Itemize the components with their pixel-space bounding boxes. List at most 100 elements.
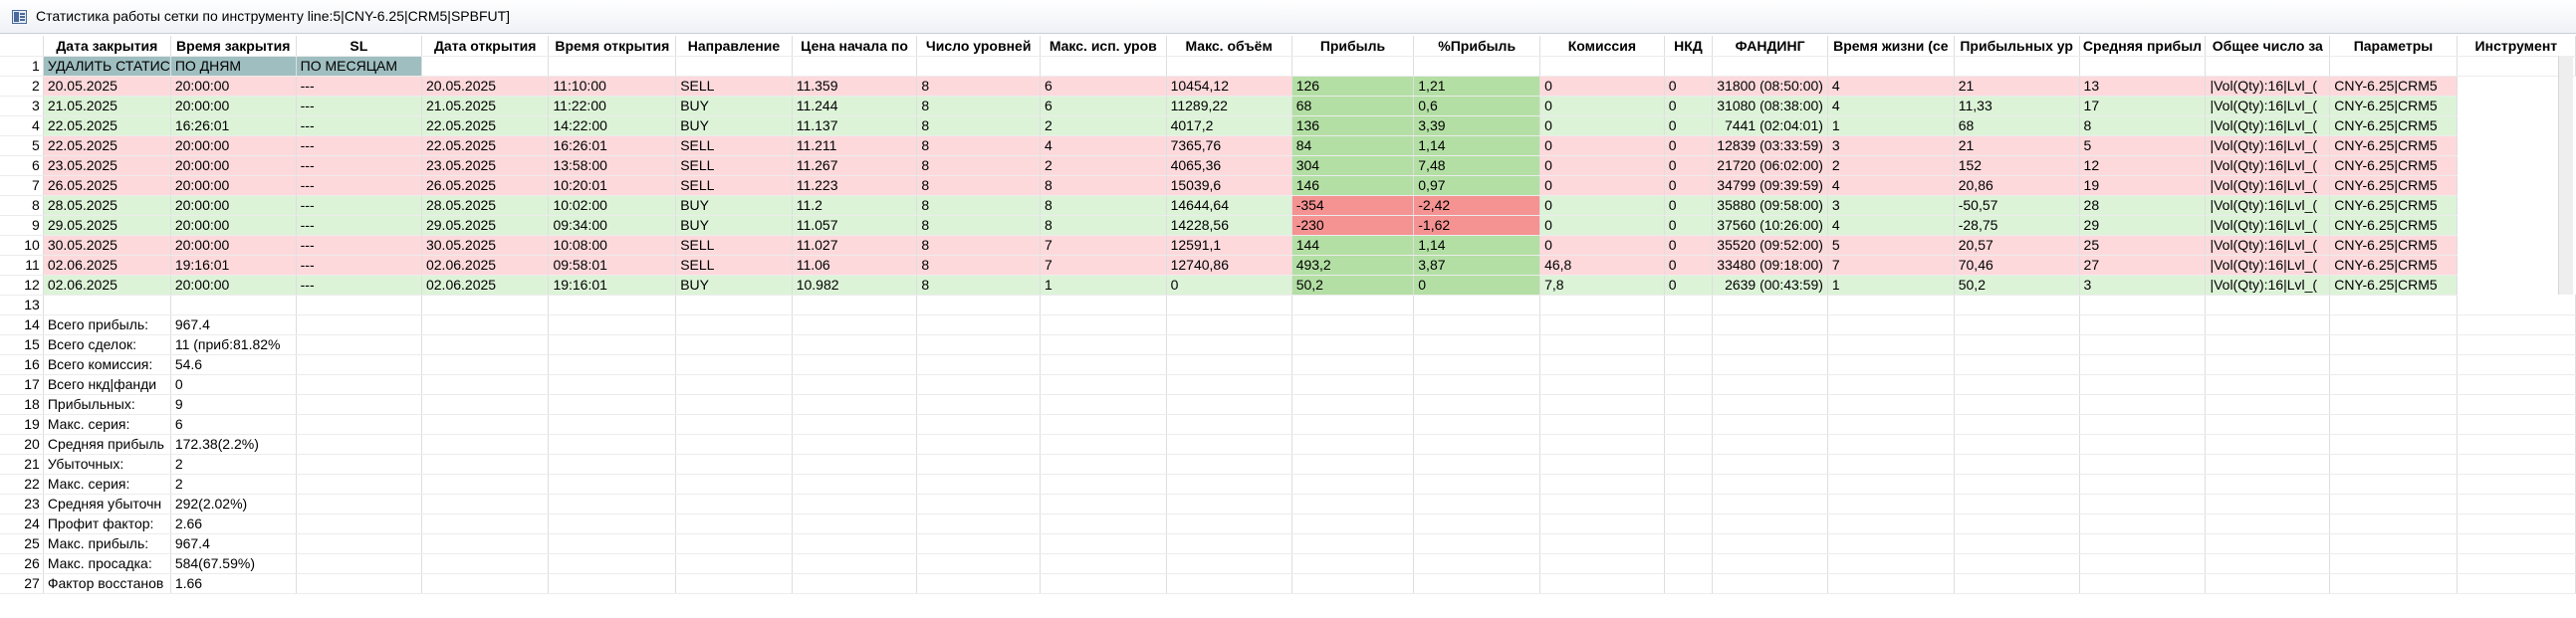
column-header[interactable]: Средняя прибыл: [2079, 36, 2207, 57]
column-header[interactable]: Время закрытия: [170, 36, 297, 57]
trade-row[interactable]: 4 22.05.2025 16:26:01 --- 22.05.2025 14:22:00…: [0, 115, 2576, 136]
column-header[interactable]: ФАНДИНГ: [1712, 36, 1828, 57]
empty-cell: [1291, 295, 1415, 315]
cell-max-levels: 2: [1040, 115, 1167, 136]
cell-pct: -1,62: [1413, 215, 1541, 236]
column-header[interactable]: Комиссия: [1539, 36, 1665, 57]
empty-cell: [792, 374, 918, 395]
cell-avg-profit: -50,57: [1954, 195, 2080, 216]
row-number: 2: [0, 76, 44, 97]
empty-cell: [675, 354, 793, 375]
empty-cell: [1827, 434, 1955, 455]
empty-cell: [1712, 494, 1828, 515]
trade-row[interactable]: 5 22.05.2025 20:00:00 --- 22.05.2025 16:26:01…: [0, 135, 2576, 156]
empty-cell: [296, 533, 422, 554]
trade-row[interactable]: 8 28.05.2025 20:00:00 --- 28.05.2025 10:02:00…: [0, 195, 2576, 216]
cell-avg-profit: 50,2: [1954, 275, 2080, 296]
trade-row[interactable]: 11 02.06.2025 19:16:01 --- 02.06.2025 09:58:0…: [0, 255, 2576, 276]
cell-comm: 0: [1539, 235, 1665, 256]
empty-cell: [1040, 334, 1167, 355]
empty-cell: [2205, 354, 2331, 375]
summary-row: 21 Убыточных: 2: [0, 454, 2576, 475]
column-header[interactable]: Время открытия: [548, 36, 677, 57]
empty-cell: [296, 414, 422, 435]
column-header[interactable]: Общее число за: [2205, 36, 2331, 57]
cell-profit-levels: 3: [1827, 195, 1955, 216]
cell-params: |Vol(Qty):16|Lvl_(: [2205, 76, 2331, 97]
column-header[interactable]: %Прибыль: [1413, 36, 1541, 57]
cell-max-levels: 6: [1040, 76, 1167, 97]
empty-cell: [1166, 553, 1292, 574]
column-header[interactable]: SL: [296, 36, 422, 57]
row-number: 24: [0, 514, 44, 534]
column-header[interactable]: Время жизни (се: [1827, 36, 1955, 57]
empty-cell: [675, 514, 793, 534]
cell-open-date: 22.05.2025: [421, 135, 550, 156]
column-header[interactable]: Макс. исп. уров: [1040, 36, 1167, 57]
column-header[interactable]: Дата закрытия: [43, 36, 171, 57]
cell-levels: 8: [916, 275, 1041, 296]
app-icon: [12, 10, 27, 24]
summary-value: 2.66: [170, 514, 297, 534]
column-header[interactable]: Прибыль: [1291, 36, 1415, 57]
cell-total: 17: [2079, 96, 2207, 116]
cell-sl: ---: [296, 215, 422, 236]
column-header[interactable]: Инструмент: [2457, 36, 2576, 57]
by-days-button[interactable]: ПО ДНЯМ: [170, 56, 297, 77]
delete-stats-button[interactable]: УДАЛИТЬ СТАТИС: [43, 56, 171, 77]
empty-cell: [548, 354, 677, 375]
by-months-button[interactable]: ПО МЕСЯЦАМ: [296, 56, 422, 77]
empty-cell: [675, 394, 793, 415]
column-header[interactable]: Макс. объём: [1166, 36, 1292, 57]
empty-cell: [2457, 295, 2576, 315]
empty-cell: [2205, 434, 2331, 455]
summary-label: Профит фактор:: [43, 514, 171, 534]
column-header[interactable]: [0, 36, 44, 57]
summary-value: 0: [170, 374, 297, 395]
summary-value: 584(67.59%): [170, 553, 297, 574]
window-titlebar[interactable]: Статистика работы сетки по инструменту l…: [0, 0, 2576, 34]
column-header[interactable]: Прибыльных ур: [1954, 36, 2080, 57]
cell-total: 12: [2079, 155, 2207, 176]
column-header[interactable]: Параметры: [2329, 36, 2458, 57]
trade-row[interactable]: 9 29.05.2025 20:00:00 --- 29.05.2025 09:34:00…: [0, 215, 2576, 236]
cell-comm: 0: [1539, 135, 1665, 156]
summary-label: Всего нкд|фанди: [43, 374, 171, 395]
column-header[interactable]: Направление: [675, 36, 793, 57]
empty-cell: [1040, 474, 1167, 495]
empty-cell: [1040, 374, 1167, 395]
cell-lifetime: 31080 (08:38:00): [1712, 96, 1828, 116]
trade-row[interactable]: 3 21.05.2025 20:00:00 --- 21.05.2025 11:22:00…: [0, 96, 2576, 116]
row-number: 20: [0, 434, 44, 455]
cell-lifetime: 2639 (00:43:59): [1712, 275, 1828, 296]
cell-levels: 8: [916, 135, 1041, 156]
empty-cell: [1413, 474, 1541, 495]
empty-cell: [296, 474, 422, 495]
empty-cell: [1664, 434, 1714, 455]
cell-close-time: 20:00:00: [170, 155, 297, 176]
cell-max-levels: 7: [1040, 255, 1167, 276]
column-header[interactable]: НКД: [1664, 36, 1714, 57]
empty-cell: [1664, 295, 1714, 315]
cell-avg-profit: 68: [1954, 115, 2080, 136]
empty-cell: [1166, 573, 1292, 594]
column-header[interactable]: Число уровней: [916, 36, 1041, 57]
trade-row[interactable]: 6 23.05.2025 20:00:00 --- 23.05.2025 13:58:00…: [0, 155, 2576, 176]
cell-comm: 46,8: [1539, 255, 1665, 276]
trade-row[interactable]: 2 20.05.2025 20:00:00 --- 20.05.2025 11:10:00…: [0, 76, 2576, 97]
vertical-scrollbar[interactable]: [2558, 56, 2573, 295]
empty-cell: [792, 56, 918, 77]
empty-cell: [1539, 414, 1665, 435]
column-header[interactable]: Цена начала по: [792, 36, 918, 57]
cell-instr: CNY-6.25|CRM5: [2329, 115, 2458, 136]
cell-price: 11.359: [792, 76, 918, 97]
cell-instr: CNY-6.25|CRM5: [2329, 155, 2458, 176]
trade-row[interactable]: 10 30.05.2025 20:00:00 --- 30.05.2025 10:08:0…: [0, 235, 2576, 256]
row-number: 18: [0, 394, 44, 415]
empty-cell: [2205, 454, 2331, 475]
trade-row[interactable]: 7 26.05.2025 20:00:00 --- 26.05.2025 10:20:01…: [0, 175, 2576, 196]
cell-profit-levels: 5: [1827, 235, 1955, 256]
trade-row[interactable]: 12 02.06.2025 20:00:00 --- 02.06.2025 19:16:0…: [0, 275, 2576, 296]
column-header[interactable]: Дата открытия: [421, 36, 550, 57]
empty-cell: [1712, 573, 1828, 594]
